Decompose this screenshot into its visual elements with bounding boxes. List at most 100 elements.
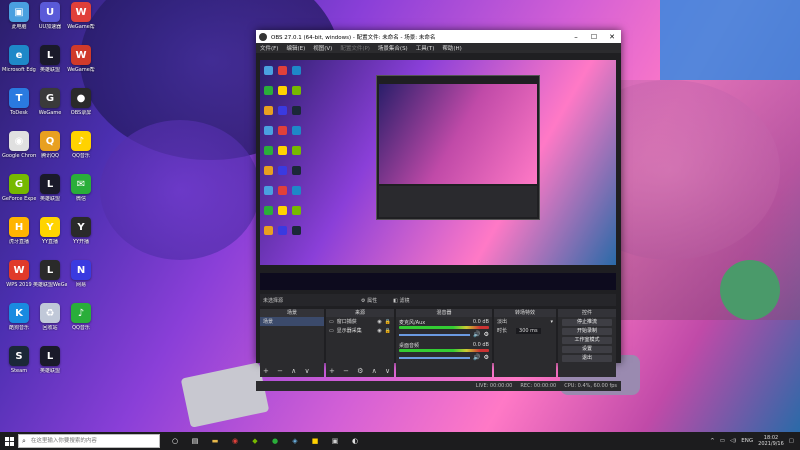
desktop-icon[interactable]: ♻ 回收站 <box>33 303 67 331</box>
studio-mode-button[interactable]: 工作室模式 <box>562 337 612 344</box>
source-label: 显示器采集 <box>336 328 362 334</box>
lock-icon[interactable]: 🔒 <box>385 328 391 334</box>
desktop-icon[interactable]: L 英雄联盟 <box>33 174 67 202</box>
desktop-icon[interactable]: W WeGame帮 <box>64 2 98 30</box>
desktop-icon[interactable]: K 酷狗音乐 <box>2 303 36 331</box>
wechat-icon[interactable]: ● <box>268 434 282 448</box>
preview-mini-icon <box>264 206 273 215</box>
menu-view[interactable]: 视图(V) <box>313 44 332 52</box>
desktop-app-icon: L <box>40 45 60 65</box>
desktop-icon[interactable]: Y YY直播 <box>33 217 67 245</box>
desktop-icon[interactable]: T ToDesk <box>2 88 36 116</box>
app-icon[interactable]: ▣ <box>328 434 342 448</box>
obs-window[interactable]: OBS 27.0.1 (64-bit, windows) - 配置文件: 未命名… <box>256 30 621 391</box>
start-recording-button[interactable]: 开始录制 <box>562 328 612 335</box>
task-switch-icon[interactable]: ▤ <box>188 434 202 448</box>
gear-icon[interactable]: ⚙ <box>484 354 489 361</box>
transitions-header: 转场特效 <box>494 309 556 317</box>
desktop-icon[interactable]: ♪ QQ音乐 <box>64 131 98 159</box>
file-explorer-icon[interactable]: ▬ <box>208 434 222 448</box>
sources-tools[interactable]: + − ⚙ ∧ ∨ <box>329 367 393 375</box>
eye-icon[interactable]: ◉ <box>377 319 381 325</box>
desktop-icon[interactable]: S Steam <box>2 346 36 374</box>
menu-edit[interactable]: 编辑(E) <box>286 44 305 52</box>
start-button[interactable] <box>0 432 18 450</box>
desktop-icon[interactable]: W WPS 2019 <box>2 260 36 288</box>
desktop-icon[interactable]: ▣ 此电脑 <box>2 2 36 30</box>
volume-slider[interactable] <box>399 356 471 359</box>
desktop-icon[interactable]: G WeGame <box>33 88 67 116</box>
desktop-app-icon: G <box>40 88 60 108</box>
desktop-icon[interactable]: Q 腾讯QQ <box>33 131 67 159</box>
transition-type-select[interactable]: 淡出 ▾ <box>494 317 556 326</box>
scenes-tools[interactable]: + − ∧ ∨ <box>263 367 313 375</box>
desktop-icon[interactable]: e Microsoft Edge <box>2 45 36 73</box>
filters-button[interactable]: ◧ 滤镜 <box>393 297 417 304</box>
eye-icon[interactable]: ◉ <box>377 328 381 334</box>
taskbar-search-box[interactable]: ⌕ <box>18 434 160 448</box>
desktop-icon[interactable]: L 英雄联盟WeGame <box>33 260 67 288</box>
chrome-icon[interactable]: ◉ <box>228 434 242 448</box>
obs-titlebar[interactable]: OBS 27.0.1 (64-bit, windows) - 配置文件: 未命名… <box>256 30 621 43</box>
desktop-icon[interactable]: H 虎牙直播 <box>2 217 36 245</box>
desktop-icon[interactable]: G GeForce Experience <box>2 174 36 202</box>
desktop-icon[interactable]: Y YY开播 <box>64 217 98 245</box>
desktop-icon[interactable]: N 网易 <box>64 260 98 288</box>
stop-streaming-button[interactable]: 停止推流 <box>562 319 612 326</box>
volume-slider[interactable] <box>399 333 471 336</box>
speaker-icon[interactable]: 🔊 <box>473 331 480 338</box>
desktop-icon-label: YY开播 <box>72 239 90 245</box>
obs-taskbar-icon[interactable]: ◐ <box>348 434 362 448</box>
source-item[interactable]: ▭ 显示器采集 ◉ 🔒 <box>326 326 394 335</box>
preview-mini-icon <box>292 226 301 235</box>
scene-item[interactable]: 场景 <box>260 317 324 326</box>
desktop-icon[interactable]: W WeGame帮 <box>64 45 98 73</box>
desktop-icon[interactable]: U UU加速器 <box>33 2 67 30</box>
obs-preview-canvas[interactable] <box>260 60 616 290</box>
speaker-icon[interactable]: 🔊 <box>473 354 480 361</box>
network-icon[interactable]: ▭ <box>720 438 725 444</box>
speaker-icon[interactable]: ◁) <box>730 438 736 444</box>
menu-scene-collection[interactable]: 场景集合(S) <box>378 44 408 52</box>
desktop-icon[interactable]: L 英雄联盟 <box>33 346 67 374</box>
maximize-button[interactable]: ☐ <box>585 33 603 41</box>
task-view-icon[interactable]: ○ <box>168 434 182 448</box>
desktop-icon[interactable]: ◉ Google Chrome <box>2 131 36 159</box>
preview-mini-icon <box>292 146 301 155</box>
properties-button[interactable]: ⚙ 属性 <box>361 297 385 304</box>
notification-icon[interactable]: ▢ <box>789 438 794 444</box>
close-button[interactable]: ✕ <box>603 33 621 41</box>
menu-tools[interactable]: 工具(T) <box>416 44 435 52</box>
clock[interactable]: 18:02 2021/9/16 <box>758 435 784 447</box>
preview-mini-icon <box>264 226 273 235</box>
menu-profile[interactable]: 配置文件(P) <box>340 44 370 52</box>
nvidia-icon[interactable]: ◆ <box>248 434 262 448</box>
minimize-button[interactable]: – <box>567 33 585 41</box>
desktop-app-icon: ◉ <box>9 131 29 151</box>
duration-input[interactable]: 300 ms <box>516 327 541 334</box>
lock-icon[interactable]: 🔒 <box>385 319 391 325</box>
desktop-icon[interactable]: ● OBS录屏 <box>64 88 98 116</box>
yy-icon[interactable]: ■ <box>308 434 322 448</box>
nested-preview <box>379 84 537 184</box>
source-item[interactable]: ▭ 窗口捕获 ◉ 🔒 <box>326 317 394 326</box>
gear-icon[interactable]: ⚙ <box>484 331 489 338</box>
desktop-icon[interactable]: ♪ QQ音乐 <box>64 303 98 331</box>
desktop-icon-label: OBS录屏 <box>70 110 92 116</box>
menu-help[interactable]: 帮助(H) <box>442 44 461 52</box>
track-name: 麦克风/Aux <box>399 320 426 326</box>
desktop-icon[interactable]: L 英雄联盟 <box>33 45 67 73</box>
exit-button[interactable]: 退出 <box>562 355 612 362</box>
preview-mini-icon <box>264 146 273 155</box>
steam-icon[interactable]: ◈ <box>288 434 302 448</box>
chevron-down-icon: ▾ <box>550 318 553 325</box>
language-indicator[interactable]: ENG <box>741 438 753 444</box>
desktop-icon[interactable]: ✉ 微信 <box>64 174 98 202</box>
chevron-up-icon[interactable]: ^ <box>710 438 715 444</box>
obs-app-icon <box>259 32 267 41</box>
preview-mini-icon <box>264 86 273 95</box>
preview-mini-icon <box>292 86 301 95</box>
menu-file[interactable]: 文件(F) <box>260 44 278 52</box>
settings-button[interactable]: 设置 <box>562 346 612 353</box>
search-input[interactable] <box>28 437 153 445</box>
